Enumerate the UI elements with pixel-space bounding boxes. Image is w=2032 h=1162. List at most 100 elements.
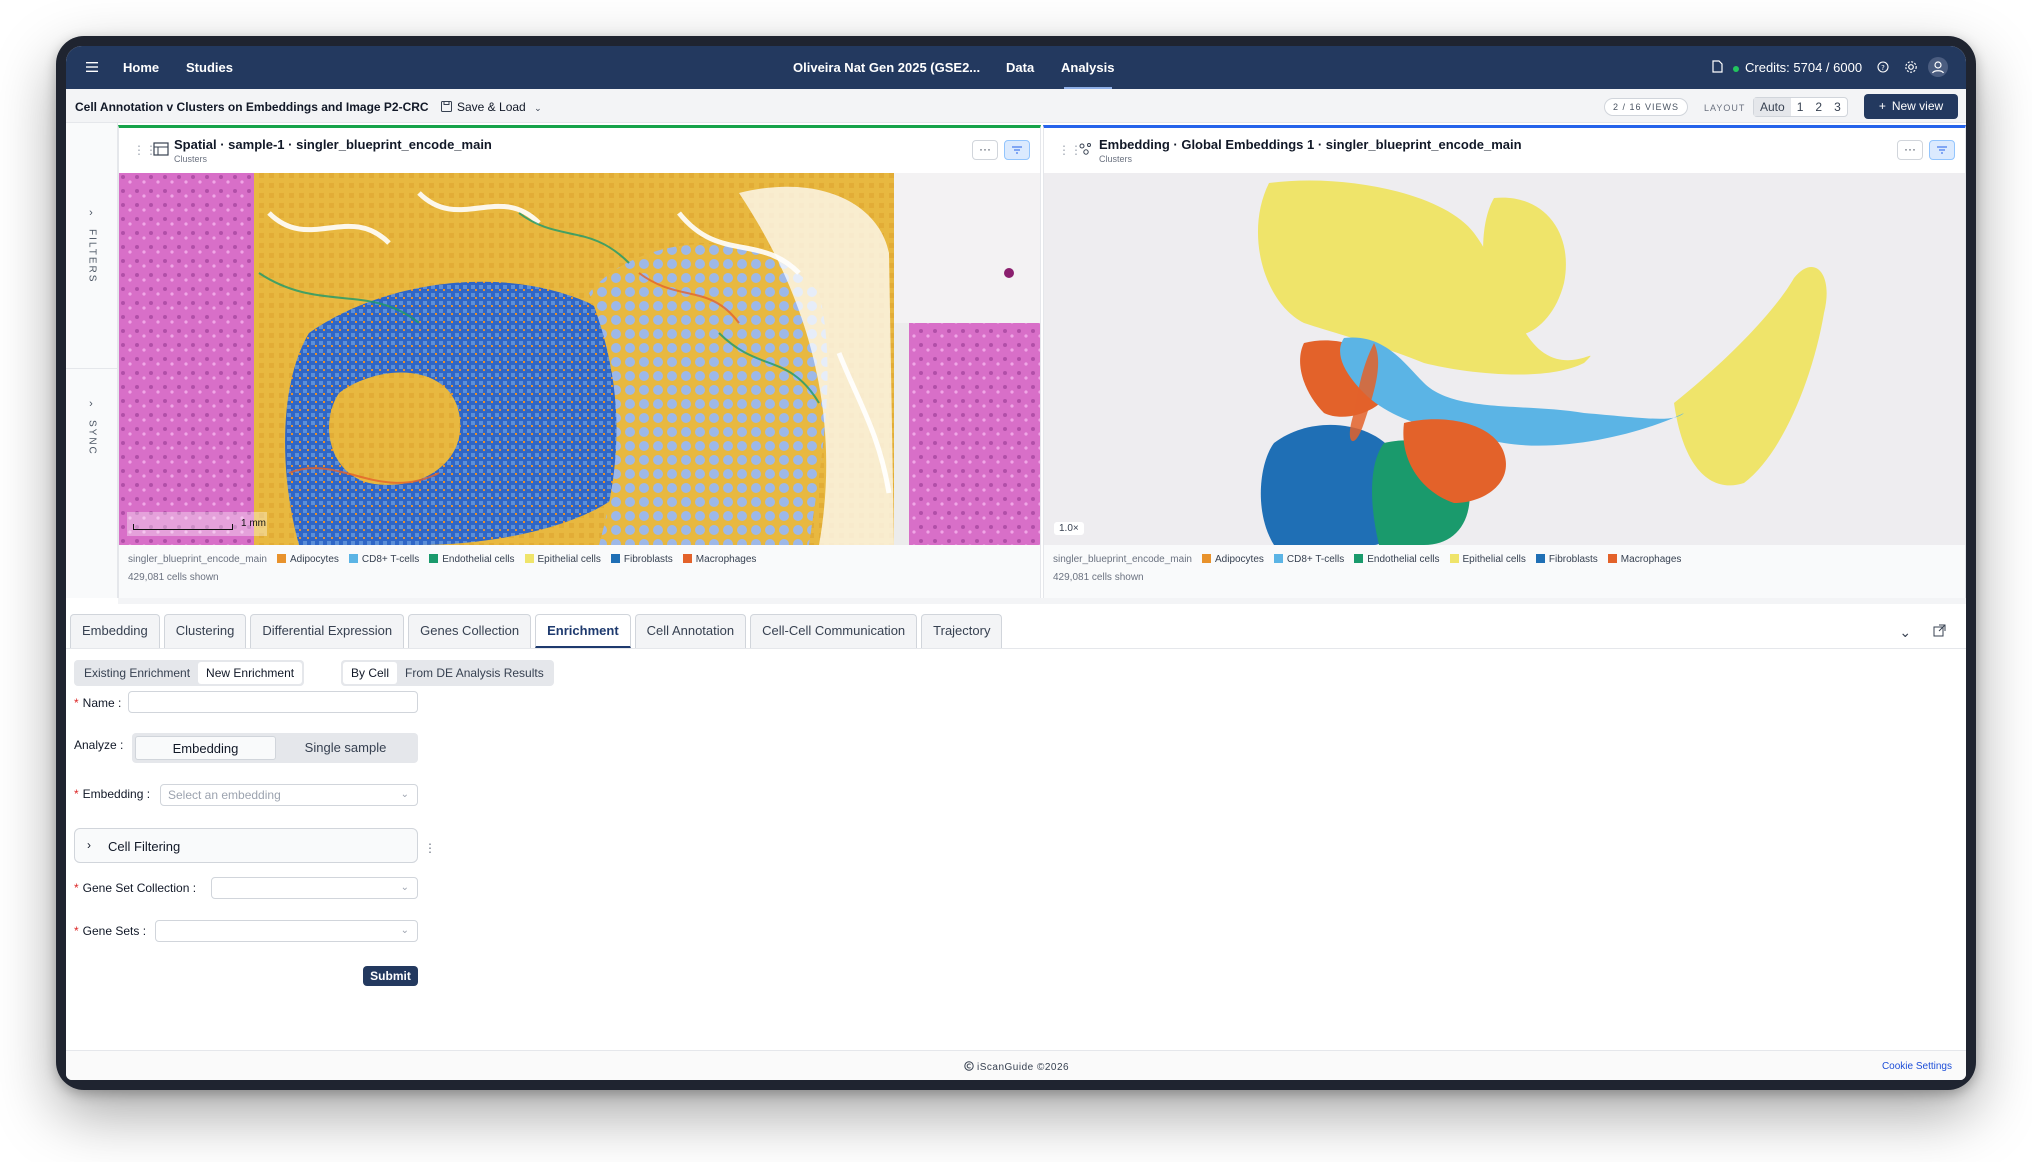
document-icon[interactable] bbox=[1712, 60, 1723, 73]
study-title[interactable]: Oliveira Nat Gen 2025 (GSE2... bbox=[793, 60, 980, 75]
filter-button[interactable] bbox=[1929, 140, 1955, 160]
new-enrichment-option[interactable]: New Enrichment bbox=[198, 662, 303, 684]
embedding-label: * Embedding : bbox=[74, 787, 151, 801]
filter-icon bbox=[1012, 146, 1022, 154]
legend-item[interactable]: Epithelial cells bbox=[1449, 554, 1526, 565]
tab-embedding[interactable]: Embedding bbox=[70, 614, 160, 648]
legend-item[interactable]: Fibroblasts bbox=[610, 554, 673, 565]
layout-option-auto[interactable]: Auto bbox=[1754, 98, 1791, 116]
resize-splitter[interactable] bbox=[118, 598, 1966, 604]
tab-clustering[interactable]: Clustering bbox=[163, 614, 247, 648]
embedding-placeholder: Select an embedding bbox=[168, 788, 281, 802]
name-label-text: Name bbox=[82, 696, 115, 710]
tab-differential-expression[interactable]: Differential Expression bbox=[250, 614, 405, 648]
nav-studies[interactable]: Studies bbox=[186, 60, 233, 75]
legend-item[interactable]: Macrophages bbox=[1607, 554, 1681, 565]
save-load-menu[interactable]: Save & Load ⌄ bbox=[441, 100, 542, 114]
resize-handle-icon[interactable]: ⋮ bbox=[424, 841, 436, 855]
legend-row: singler_blueprint_encode_main Adipocytes… bbox=[1053, 554, 1681, 565]
name-input[interactable] bbox=[128, 691, 418, 713]
analyze-label: Analyze : bbox=[74, 738, 124, 752]
analysis-tabs: Embedding Clustering Differential Expres… bbox=[70, 614, 1003, 648]
panel-title: Embedding · Global Embeddings 1 · single… bbox=[1099, 137, 1522, 152]
analyze-label-text: Analyze bbox=[74, 738, 117, 752]
spatial-tissue-image[interactable]: 1 mm bbox=[119, 173, 1040, 545]
more-options-button[interactable]: ··· bbox=[972, 140, 998, 160]
legend-item[interactable]: CD8+ T-cells bbox=[348, 554, 419, 565]
sidebar-toggle-icon[interactable] bbox=[86, 61, 98, 73]
nav-home[interactable]: Home bbox=[123, 60, 159, 75]
embedding-scatter-plot[interactable]: 1.0× bbox=[1044, 173, 1965, 545]
legend-item[interactable]: Fibroblasts bbox=[1535, 554, 1598, 565]
legend-label: Endothelial cells bbox=[442, 554, 515, 565]
panel-header: ⋮⋮ Spatial · sample-1 · singler_blueprin… bbox=[119, 128, 1040, 173]
analyze-embedding-option[interactable]: Embedding bbox=[135, 736, 276, 760]
spatial-view-icon bbox=[153, 142, 169, 156]
layout-option-2[interactable]: 2 bbox=[1809, 98, 1828, 116]
settings-gear-icon[interactable] bbox=[1904, 60, 1918, 74]
legend-label: Fibroblasts bbox=[623, 554, 673, 565]
cells-shown-count: 429,081 cells shown bbox=[1053, 572, 1144, 583]
tab-cell-cell-communication[interactable]: Cell-Cell Communication bbox=[750, 614, 918, 648]
legend-swatch bbox=[1201, 554, 1211, 563]
legend-item[interactable]: Endothelial cells bbox=[1354, 554, 1440, 565]
legend-item[interactable]: Adipocytes bbox=[276, 554, 339, 565]
gene-set-collection-select[interactable]: ⌄ bbox=[211, 877, 418, 899]
new-view-button[interactable]: + New view bbox=[1864, 94, 1958, 119]
tab-trajectory[interactable]: Trajectory bbox=[921, 614, 1003, 648]
cluster-legend: singler_blueprint_encode_main Adipocytes… bbox=[119, 545, 1040, 601]
legend-swatch bbox=[276, 554, 286, 563]
tab-genes-collection[interactable]: Genes Collection bbox=[408, 614, 532, 648]
chevron-down-icon: ⌄ bbox=[400, 925, 409, 936]
embedding-select[interactable]: Select an embedding ⌄ bbox=[160, 784, 418, 806]
analyze-single-sample-option[interactable]: Single sample bbox=[276, 736, 415, 760]
open-external-icon[interactable] bbox=[1933, 624, 1946, 637]
filter-icon bbox=[1937, 146, 1947, 154]
collapse-chevron-icon[interactable]: ⌄ bbox=[1899, 624, 1911, 640]
legend-item[interactable]: CD8+ T-cells bbox=[1273, 554, 1345, 565]
cell-filtering-section[interactable]: › Cell Filtering bbox=[74, 828, 418, 863]
legend-swatch bbox=[1354, 554, 1364, 563]
submit-button[interactable]: Submit bbox=[363, 966, 418, 986]
from-de-results-option[interactable]: From DE Analysis Results bbox=[397, 662, 552, 684]
tab-divider bbox=[66, 648, 1966, 649]
cookie-settings-link[interactable]: Cookie Settings bbox=[1882, 1061, 1952, 1072]
more-options-button[interactable]: ··· bbox=[1897, 140, 1923, 160]
legend-label: Endothelial cells bbox=[1367, 554, 1440, 565]
layout-option-1[interactable]: 1 bbox=[1791, 98, 1810, 116]
tab-enrichment[interactable]: Enrichment bbox=[535, 614, 631, 648]
scale-bar-label: 1 mm bbox=[241, 518, 266, 529]
by-cell-option[interactable]: By Cell bbox=[343, 662, 398, 684]
nav-analysis[interactable]: Analysis bbox=[1061, 60, 1114, 75]
chevron-down-icon: ⌄ bbox=[534, 103, 542, 113]
scale-bar-line bbox=[133, 524, 233, 530]
svg-text:?: ? bbox=[1881, 64, 1885, 72]
legend-source: singler_blueprint_encode_main bbox=[1053, 554, 1192, 565]
legend-item[interactable]: Epithelial cells bbox=[524, 554, 601, 565]
tab-cell-annotation[interactable]: Cell Annotation bbox=[634, 614, 747, 648]
existing-enrichment-option[interactable]: Existing Enrichment bbox=[76, 662, 198, 684]
filters-label: FILTERS bbox=[86, 229, 98, 284]
legend-label: CD8+ T-cells bbox=[1286, 554, 1345, 565]
save-load-label: Save & Load bbox=[457, 100, 526, 114]
legend-item[interactable]: Macrophages bbox=[682, 554, 756, 565]
panel-subtitle: Clusters bbox=[174, 154, 208, 164]
filters-toggle[interactable]: › FILTERS bbox=[66, 207, 118, 286]
help-icon[interactable]: ? bbox=[1877, 61, 1889, 73]
credits-display: Credits: 5704 / 6000 bbox=[1733, 60, 1862, 75]
legend-swatch bbox=[1273, 554, 1283, 563]
filter-button[interactable] bbox=[1004, 140, 1030, 160]
sync-toggle[interactable]: › SYNC bbox=[66, 398, 118, 459]
user-avatar-icon[interactable] bbox=[1928, 57, 1948, 77]
nav-data[interactable]: Data bbox=[1006, 60, 1034, 75]
legend-swatch bbox=[682, 554, 692, 563]
gene-sets-select[interactable]: ⌄ bbox=[155, 920, 418, 942]
legend-item[interactable]: Adipocytes bbox=[1201, 554, 1264, 565]
legend-swatch bbox=[429, 554, 439, 563]
status-dot-icon bbox=[1733, 65, 1739, 72]
legend-item[interactable]: Endothelial cells bbox=[429, 554, 515, 565]
views-count-badge: 2 / 16 VIEWS bbox=[1604, 98, 1689, 116]
legend-label: Adipocytes bbox=[1214, 554, 1264, 565]
panel-header: ⋮⋮ Embedding · Global Embeddings 1 · sin… bbox=[1044, 128, 1965, 173]
layout-option-3[interactable]: 3 bbox=[1828, 98, 1847, 116]
